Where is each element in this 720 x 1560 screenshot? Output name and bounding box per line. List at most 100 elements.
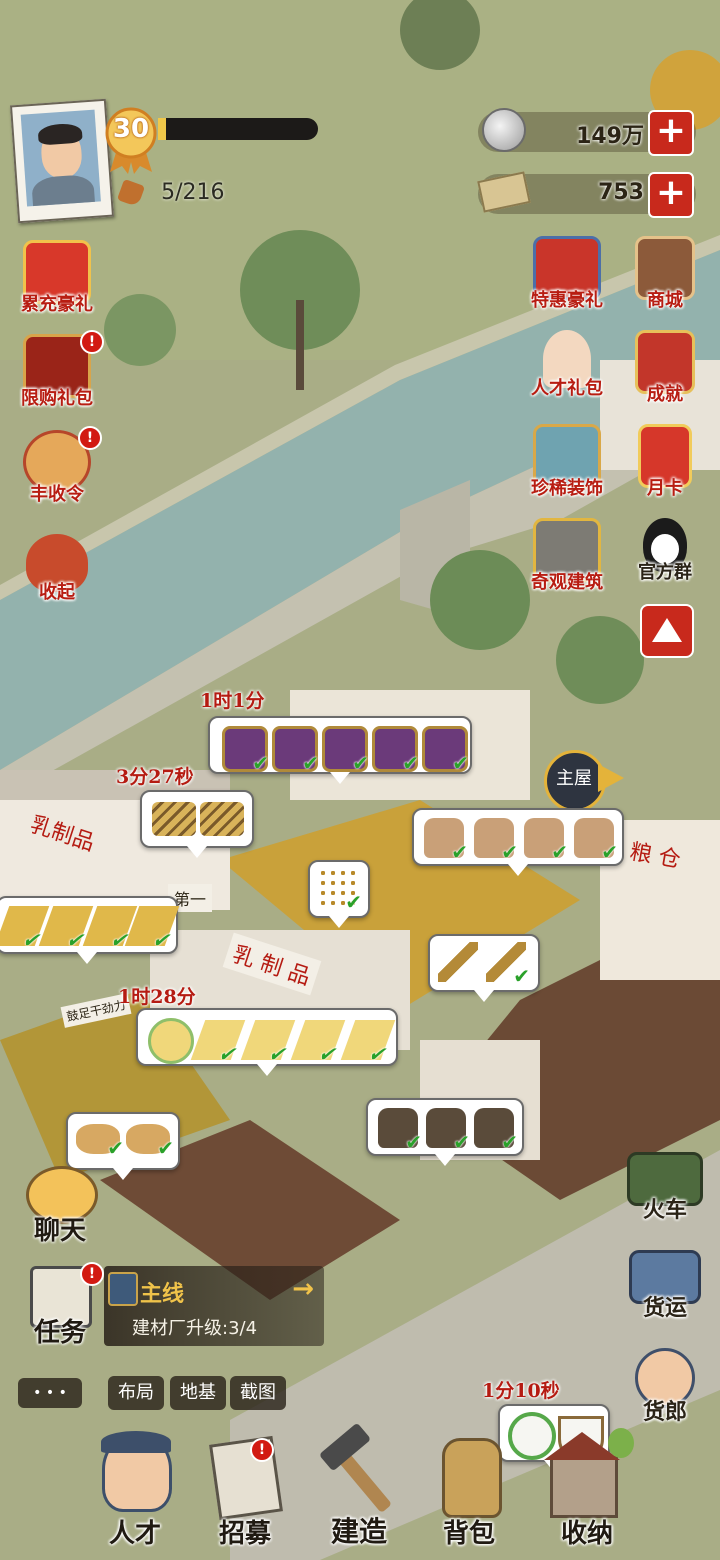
train-button[interactable]: 火车: [620, 1152, 710, 1224]
add-silver-button[interactable]: +: [648, 110, 694, 156]
wheat-ear-icon: [438, 942, 478, 982]
banknote-icon: [477, 171, 531, 213]
check-icon: ✔: [501, 840, 518, 864]
main-quest-panel[interactable]: 主线 → 建材厂升级:3/4: [104, 1266, 324, 1346]
quest-description: 建材厂升级:3/4: [132, 1318, 258, 1339]
shop-button[interactable]: 商城: [620, 236, 710, 312]
check-icon: ✔: [451, 840, 468, 864]
wonder-building-button[interactable]: 奇观建筑: [522, 518, 612, 594]
nav-recruit[interactable]: ! 招募: [190, 1420, 300, 1560]
menu-label: 火车: [642, 1197, 687, 1223]
product-bubble-wheat[interactable]: ✔: [428, 934, 540, 1002]
product-bubble-butter[interactable]: ✔ ✔ ✔ ✔: [136, 1008, 398, 1076]
menu-label: 月卡: [647, 478, 683, 499]
rice-plant-icon: ✔: [318, 868, 362, 914]
month-card-button[interactable]: 月卡: [620, 424, 710, 500]
rare-decoration-button[interactable]: 珍稀装饰: [522, 424, 612, 500]
menu-label: 货运: [642, 1295, 687, 1321]
product-bubble-cheese[interactable]: ✔ ✔ ✔ ✔: [0, 896, 180, 964]
harvest-order-button[interactable]: ! 丰收令: [12, 426, 102, 506]
product-bubble-sugarcane[interactable]: [140, 790, 254, 858]
exp-bar: [158, 118, 318, 140]
menu-label: 珍稀装饰: [531, 478, 603, 499]
product-bubble-rice-sacks[interactable]: ✔ ✔ ✔: [366, 1098, 524, 1166]
chat-label: 聊天: [33, 1216, 86, 1246]
check-icon: ✔: [402, 751, 419, 775]
foundation-button[interactable]: 地基: [170, 1376, 226, 1410]
achievement-button[interactable]: 成就: [620, 330, 710, 406]
menu-label: 官方群: [638, 562, 692, 583]
check-icon: ✔: [452, 751, 469, 775]
menu-label: 成就: [647, 384, 683, 405]
check-icon: ✔: [302, 751, 319, 775]
nav-label: 背包: [442, 1519, 495, 1549]
official-group-button[interactable]: 官方群: [620, 518, 710, 584]
check-icon: ✔: [365, 1042, 392, 1066]
notification-badge: !: [80, 330, 104, 354]
check-icon: ✔: [501, 1130, 518, 1154]
menu-label: 奇观建筑: [531, 572, 603, 593]
butter-icon: ✔: [240, 1020, 296, 1066]
check-icon: ✔: [513, 964, 530, 988]
menu-label: 收起: [39, 582, 75, 603]
task-button[interactable]: ! 任务: [12, 1262, 108, 1352]
collapse-right-menu-button[interactable]: [640, 604, 694, 658]
peddler-button[interactable]: 货郎: [620, 1348, 710, 1426]
check-icon: ✔: [215, 1042, 242, 1066]
nav-label: 招募: [218, 1519, 271, 1549]
limited-pack-button[interactable]: ! 限购礼包: [12, 330, 104, 410]
banknote-currency-bar: 753 +: [477, 171, 696, 218]
nav-storage[interactable]: 收纳: [532, 1420, 642, 1560]
level-badge: 30: [104, 106, 158, 174]
collapse-button[interactable]: 收起: [12, 534, 102, 604]
more-button[interactable]: • • •: [18, 1378, 82, 1408]
energy-readout[interactable]: 5/216: [116, 178, 225, 207]
menu-label: 限购礼包: [21, 388, 93, 409]
check-icon: ✔: [345, 890, 362, 914]
task-label: 任务: [33, 1318, 86, 1348]
screenshot-button[interactable]: 截图: [230, 1376, 286, 1410]
chat-button[interactable]: 聊天: [12, 1166, 102, 1256]
avatar-photo: [20, 109, 101, 207]
notification-badge: !: [250, 1438, 274, 1462]
cumulative-recharge-gift-button[interactable]: 累充豪礼: [12, 240, 102, 316]
check-icon: ✔: [601, 840, 618, 864]
butter-icon: ✔: [290, 1020, 346, 1066]
layout-button[interactable]: 布局: [108, 1376, 164, 1410]
product-bubble-jars[interactable]: ✔ ✔ ✔ ✔ ✔: [208, 716, 472, 784]
freight-button[interactable]: 货运: [620, 1250, 710, 1322]
product-bubble-rice[interactable]: ✔: [308, 860, 370, 928]
main-house-marker[interactable]: 主屋: [544, 750, 634, 812]
add-banknote-button[interactable]: +: [648, 172, 694, 218]
sauce-jar-icon: ✔: [422, 726, 469, 775]
quest-item-icon: [108, 1272, 138, 1306]
nav-build[interactable]: 建造: [304, 1420, 414, 1560]
menu-label: 人才礼包: [531, 378, 603, 399]
notification-badge: !: [78, 426, 102, 450]
production-timer: 1分10秒: [482, 1380, 560, 1402]
silver-coin-icon: [482, 108, 526, 152]
nav-label: 收纳: [560, 1519, 613, 1549]
check-icon: ✔: [107, 1136, 124, 1160]
talent-pack-button[interactable]: 人才礼包: [522, 330, 612, 400]
product-bubble-ginger[interactable]: ✔ ✔: [66, 1112, 180, 1180]
energy-icon: [116, 178, 146, 207]
product-bubble-flour[interactable]: ✔ ✔ ✔ ✔: [412, 808, 624, 876]
menu-label: 丰收令: [30, 484, 84, 505]
rice-sack-icon: ✔: [474, 1108, 518, 1154]
nav-backpack[interactable]: 背包: [414, 1420, 524, 1560]
menu-label: 累充豪礼: [21, 294, 93, 315]
butter-icon: [148, 1018, 194, 1064]
player-avatar[interactable]: [10, 98, 114, 224]
wheat-ear-icon: ✔: [486, 942, 530, 988]
check-icon: ✔: [315, 1042, 342, 1066]
flour-sack-icon: ✔: [424, 818, 468, 864]
production-timer: 1时28分: [118, 986, 196, 1008]
sauce-jar-icon: ✔: [272, 726, 319, 775]
menu-label: 特惠豪礼: [531, 290, 603, 311]
check-icon: ✔: [453, 1130, 470, 1154]
sugarcane-icon: [200, 802, 244, 836]
ginger-root-icon: ✔: [126, 1124, 174, 1160]
special-gift-button[interactable]: 特惠豪礼: [522, 236, 612, 312]
nav-talent[interactable]: 人才: [80, 1420, 190, 1560]
